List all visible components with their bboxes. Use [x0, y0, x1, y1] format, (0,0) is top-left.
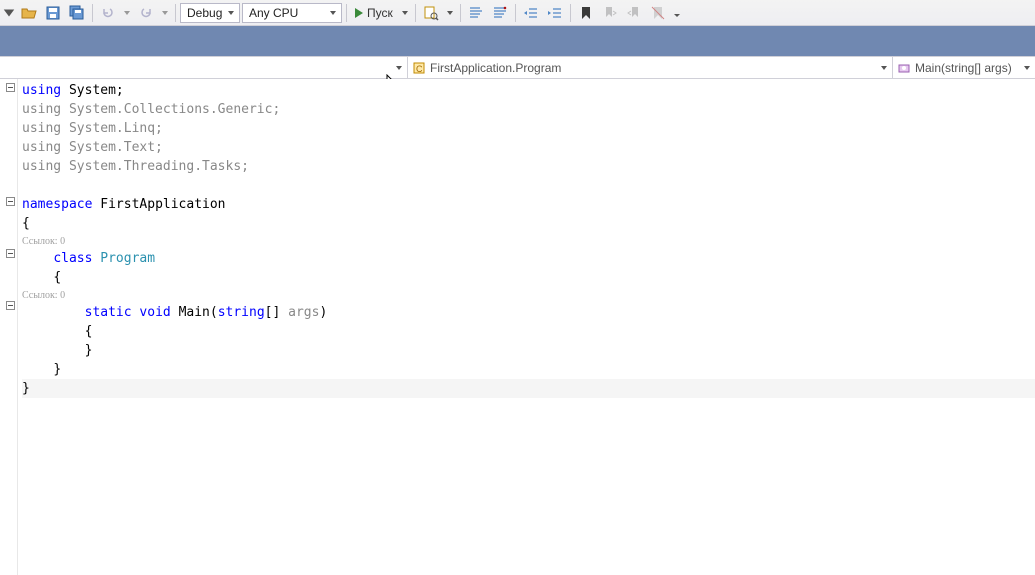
code-line[interactable]: using System.Collections.Generic; — [22, 100, 1035, 119]
code-editor[interactable]: using System; using System.Collections.G… — [0, 79, 1035, 575]
code-line[interactable]: namespace FirstApplication — [22, 195, 1035, 214]
find-in-files-icon[interactable] — [420, 2, 442, 24]
codelens-references[interactable]: Ссылок: 0 — [22, 289, 1035, 303]
code-line[interactable]: } — [22, 360, 1035, 379]
outline-toggle-icon[interactable] — [6, 83, 15, 92]
code-line[interactable]: static void Main(string[] args) — [22, 303, 1035, 322]
next-bookmark-icon[interactable] — [623, 2, 645, 24]
configuration-label: Debug — [187, 6, 222, 20]
separator — [515, 4, 516, 22]
toolbar-overflow-icon[interactable] — [671, 2, 683, 24]
outline-toggle-icon[interactable] — [6, 197, 15, 206]
svg-text:C: C — [416, 64, 423, 74]
save-icon[interactable] — [42, 2, 64, 24]
redo-dropdown-icon[interactable] — [159, 2, 171, 24]
uncomment-icon[interactable] — [489, 2, 511, 24]
separator — [175, 4, 176, 22]
member-nav-combo[interactable]: Main(string[] args) — [893, 57, 1035, 78]
code-area[interactable]: using System; using System.Collections.G… — [18, 79, 1035, 398]
chevron-down-icon — [225, 6, 237, 20]
tab-strip-background — [0, 26, 1035, 56]
class-nav-combo[interactable]: C FirstApplication.Program — [408, 57, 893, 78]
main-toolbar: Debug Any CPU Пуск — [0, 0, 1035, 26]
redo-icon[interactable] — [135, 2, 157, 24]
decrease-indent-icon[interactable] — [520, 2, 542, 24]
code-line[interactable] — [22, 176, 1035, 195]
code-line[interactable]: } — [22, 341, 1035, 360]
start-button[interactable]: Пуск — [351, 2, 397, 24]
start-dropdown-icon[interactable] — [399, 2, 411, 24]
platform-combo[interactable]: Any CPU — [242, 3, 342, 23]
chevron-down-icon — [395, 61, 403, 75]
play-icon — [355, 8, 363, 18]
member-nav-label: Main(string[] args) — [915, 61, 1012, 75]
separator — [460, 4, 461, 22]
chevron-down-icon[interactable] — [2, 2, 16, 24]
chevron-down-icon — [1023, 61, 1031, 75]
code-line[interactable]: using System.Linq; — [22, 119, 1035, 138]
clear-bookmarks-icon[interactable] — [647, 2, 669, 24]
code-navigation-bar: C FirstApplication.Program Main(string[]… — [0, 56, 1035, 79]
undo-icon[interactable] — [97, 2, 119, 24]
codelens-references[interactable]: Ссылок: 0 — [22, 235, 1035, 249]
increase-indent-icon[interactable] — [544, 2, 566, 24]
code-line[interactable]: using System.Threading.Tasks; — [22, 157, 1035, 176]
bookmark-icon[interactable] — [575, 2, 597, 24]
open-folder-icon[interactable] — [18, 2, 40, 24]
outline-gutter — [0, 79, 18, 575]
separator — [570, 4, 571, 22]
chevron-down-icon — [880, 61, 888, 75]
configuration-combo[interactable]: Debug — [180, 3, 240, 23]
class-icon: C — [412, 61, 426, 75]
separator — [346, 4, 347, 22]
comment-out-icon[interactable] — [465, 2, 487, 24]
chevron-down-icon — [327, 6, 339, 20]
code-line[interactable]: using System; — [22, 81, 1035, 100]
class-nav-label: FirstApplication.Program — [430, 61, 561, 75]
outline-toggle-icon[interactable] — [6, 249, 15, 258]
find-dropdown-icon[interactable] — [444, 2, 456, 24]
undo-dropdown-icon[interactable] — [121, 2, 133, 24]
code-line[interactable]: using System.Text; — [22, 138, 1035, 157]
project-nav-combo[interactable] — [0, 57, 408, 78]
outline-toggle-icon[interactable] — [6, 301, 15, 310]
platform-label: Any CPU — [249, 6, 298, 20]
separator — [415, 4, 416, 22]
method-icon — [897, 61, 911, 75]
save-all-icon[interactable] — [66, 2, 88, 24]
code-line[interactable]: { — [22, 214, 1035, 233]
code-line[interactable]: { — [22, 268, 1035, 287]
code-line[interactable]: { — [22, 322, 1035, 341]
prev-bookmark-icon[interactable] — [599, 2, 621, 24]
start-label: Пуск — [367, 6, 393, 20]
code-line[interactable]: } — [22, 379, 1035, 398]
code-line[interactable]: class Program — [22, 249, 1035, 268]
separator — [92, 4, 93, 22]
